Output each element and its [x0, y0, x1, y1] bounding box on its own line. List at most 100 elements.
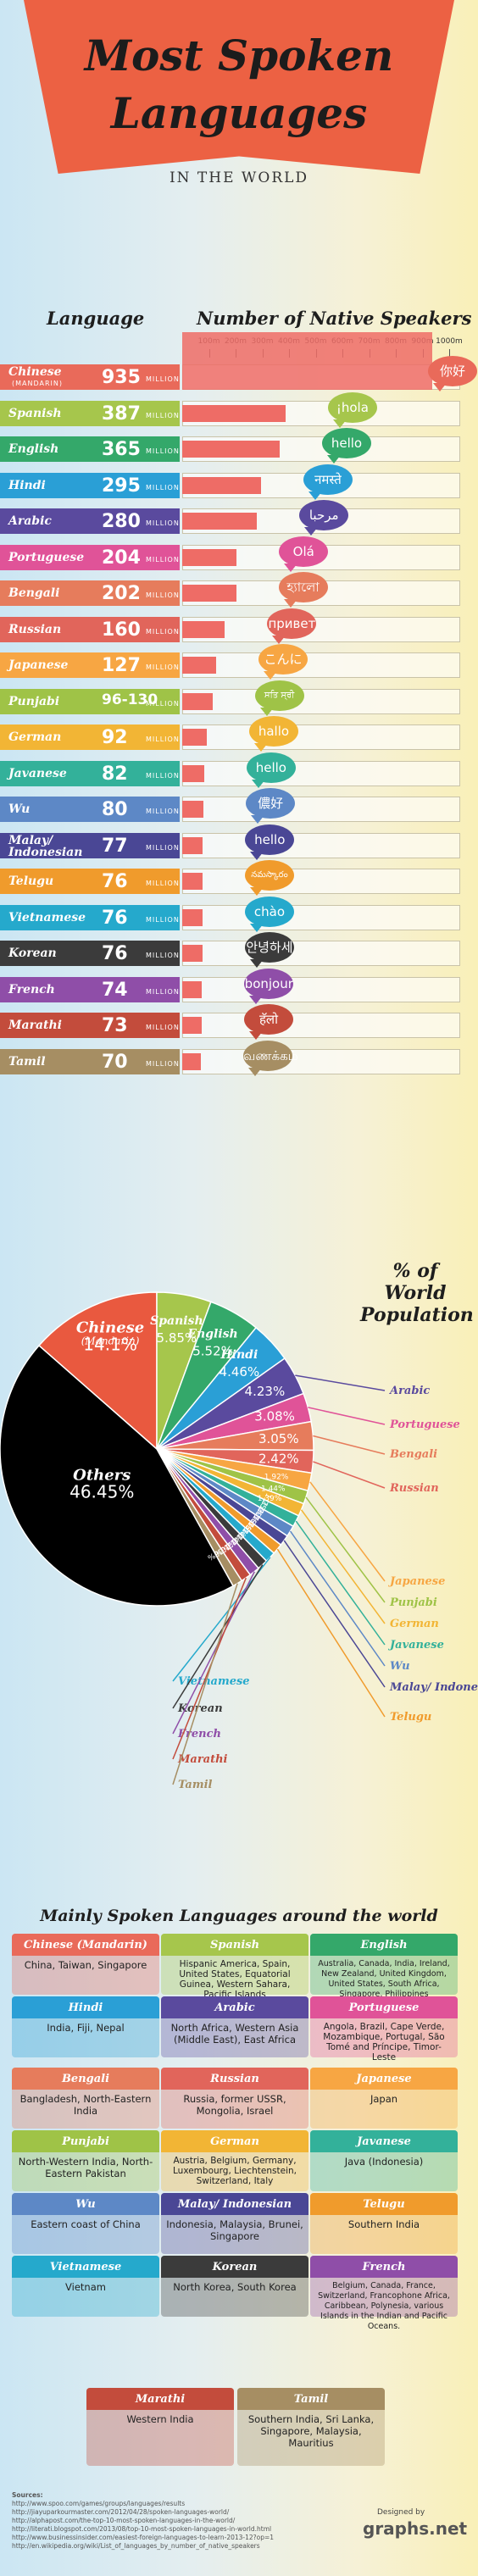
speaker-count: 127	[102, 655, 141, 676]
pie-slice-name: Hindi	[220, 1348, 258, 1362]
region-card-text: Vietnam	[65, 2281, 106, 2293]
source-link[interactable]: http://www.spoo.com/games/groups/languag…	[12, 2500, 334, 2508]
speaker-count: 73	[102, 1015, 128, 1036]
source-link[interactable]: http://www.businessinsider.com/easiest-f…	[12, 2534, 334, 2542]
pie-leader-line	[295, 1520, 386, 1646]
language-name: Punjabi	[8, 694, 60, 708]
region-card: Bengali Bangladesh, North-Eastern India	[12, 2068, 159, 2129]
speaker-count: 160	[102, 619, 141, 641]
speaker-count: 295	[102, 475, 141, 497]
language-name: German	[8, 730, 62, 744]
language-name: Spanish	[8, 406, 62, 420]
region-card-title: Punjabi	[12, 2130, 159, 2152]
region-card: English Australia, Canada, India, Ireland…	[310, 1934, 458, 1999]
pie-legend-label: Russian	[389, 1482, 439, 1495]
language-row-label: Russian 160 MILLION	[0, 616, 180, 642]
bar-track	[182, 1013, 460, 1038]
region-card-text: China, Taiwan, Singapore	[24, 1959, 147, 1971]
region-card-text: North Korea, South Korea	[173, 2281, 297, 2293]
region-card-title: Malay/ Indonesian	[161, 2193, 308, 2215]
region-card: Japanese Japan	[310, 2068, 458, 2129]
language-name: Japanese	[8, 658, 69, 672]
pie-legend-label: Tamil	[178, 1779, 213, 1791]
pie-leader-line	[289, 1530, 386, 1667]
language-row-label: Punjabi 96-130 MILLION	[0, 688, 180, 714]
speaker-unit: MILLION	[146, 915, 180, 924]
greeting-bubble: হ্যালো	[278, 572, 328, 608]
speaker-bar	[182, 980, 203, 998]
pie-percent-label: 2.42%	[258, 1452, 299, 1467]
language-row-label: Arabic 280 MILLION	[0, 508, 180, 534]
region-card-text: Java (Indonesia)	[344, 2156, 424, 2168]
region-card-text: Belgium, Canada, France, Switzerland, Fr…	[318, 2281, 450, 2331]
language-row-label: Marathi 73 MILLION	[0, 1013, 180, 1038]
speaker-unit: MILLION	[146, 771, 180, 780]
language-name: Telugu	[8, 874, 54, 888]
greeting-bubble: வணக்கம்	[243, 1040, 298, 1076]
speaker-bar	[182, 873, 203, 890]
source-link[interactable]: http://jiayuparkourmaster.com/2012/04/28…	[12, 2508, 334, 2517]
regions-title: Mainly Spoken Languages around the world	[40, 1907, 438, 1925]
region-card-title: Wu	[12, 2193, 159, 2215]
speaker-count: 76	[102, 907, 128, 929]
title-line-1: Most Spoken	[84, 31, 394, 80]
source-link[interactable]: http://literati.blogspot.com/2013/08/top…	[12, 2525, 334, 2534]
language-row-label: French 74 MILLION	[0, 976, 180, 1002]
greeting-bubble: ¡hola	[327, 391, 377, 428]
greeting-bubble: hello	[245, 824, 295, 860]
speaker-bar	[182, 404, 286, 422]
region-card: Tamil Southern India, Sri Lanka, Singapor…	[237, 2388, 385, 2466]
pie-legend-label: Vietnamese	[178, 1675, 250, 1688]
language-name: Malay/ Indonesian	[8, 833, 83, 859]
speaker-unit: MILLION	[146, 1024, 180, 1031]
pie-leader-line	[313, 1435, 386, 1455]
speaker-bar	[182, 729, 207, 746]
region-card-title: Japanese	[310, 2068, 458, 2090]
region-card: Arabic North Africa, Western Asia (Middle…	[161, 1996, 308, 2057]
pie-leader-line	[308, 1407, 386, 1425]
pie-legend-label: Malay/ Indonesian	[389, 1681, 478, 1694]
speaker-unit: MILLION	[146, 736, 180, 743]
region-card: Wu Eastern coast of China	[12, 2193, 159, 2254]
region-card-title: Javanese	[310, 2130, 458, 2152]
speaker-unit: MILLION	[146, 1059, 180, 1068]
speaker-count: 280	[102, 511, 141, 532]
speaker-bar	[182, 548, 237, 566]
speaker-count: 70	[102, 1051, 128, 1073]
region-card-text: North Africa, Western Asia (Middle East)…	[170, 2022, 299, 2046]
region-card-text: North-Western India, North-Eastern Pakis…	[18, 2156, 153, 2179]
speaker-bar	[182, 441, 280, 458]
region-card-title: Spanish	[161, 1934, 308, 1956]
region-card-text: Austria, Belgium, Germany, Luxembourg, L…	[173, 2156, 297, 2186]
language-row-label: Telugu 76 MILLION	[0, 869, 180, 894]
region-card: Spanish Hispanic America, Spain, United S…	[161, 1934, 308, 2000]
region-card-text: Russia, former USSR, Mongolia, Israel	[183, 2093, 286, 2117]
speaker-count: 74	[102, 979, 128, 1001]
greeting-bubble: こんにちは	[258, 644, 308, 697]
greeting-bubble: hello	[321, 428, 371, 464]
greeting-bubble: नमस्ते	[303, 464, 353, 500]
language-row-label: Malay/ Indonesian 77 MILLION	[0, 832, 180, 859]
speaker-unit: MILLION	[146, 880, 180, 887]
speaker-unit: MILLION	[146, 483, 180, 491]
pie-slice-name: Others	[73, 1466, 131, 1484]
greeting-bubble: chào	[244, 896, 294, 932]
language-name: Korean	[8, 947, 57, 960]
region-card: French Belgium, Canada, France, Switzerla…	[310, 2256, 458, 2331]
brand-logo[interactable]: graphs.net	[363, 2518, 467, 2539]
speaker-unit: MILLION	[146, 555, 180, 564]
source-link[interactable]: http://alphapost.com/the-top-10-most-spo…	[12, 2517, 334, 2525]
pie-slice-name: Chinese	[76, 1319, 144, 1337]
pie-slice-name: English	[186, 1327, 237, 1341]
pie-leader-line	[283, 1540, 386, 1688]
speaker-unit: MILLION	[146, 375, 180, 383]
region-card: Russian Russia, former USSR, Mongolia, Is…	[161, 2068, 308, 2129]
language-name: English	[8, 442, 59, 456]
region-card-text: Southern India	[347, 2218, 420, 2230]
source-link[interactable]: http://en.wikipedia.org/wiki/List_of_lan…	[12, 2542, 334, 2551]
region-card-title: Hindi	[12, 1996, 159, 2018]
title-line-2: Languages	[110, 88, 368, 138]
language-row-label: Hindi 295 MILLION	[0, 472, 180, 498]
pie-slice-subname: (Mandarin)	[81, 1335, 140, 1347]
language-name: Vietnamese	[8, 910, 86, 924]
